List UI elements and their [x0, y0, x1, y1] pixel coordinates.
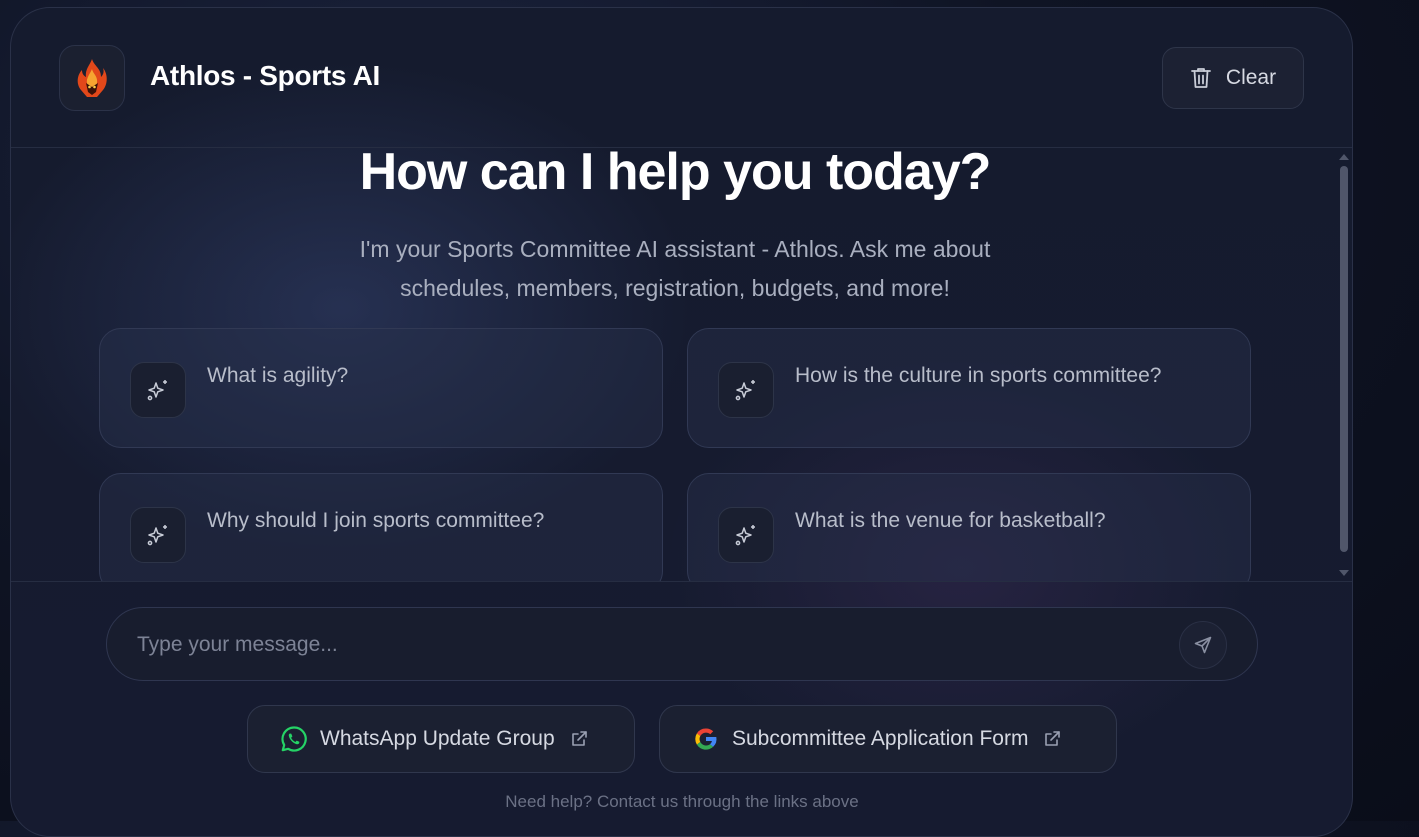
- flame-logo-icon: [59, 45, 125, 111]
- scroll-up-arrow-icon[interactable]: [1339, 154, 1349, 160]
- welcome-subtitle-line: I'm your Sports Committee AI assistant -…: [359, 236, 991, 262]
- suggestion-label: What is agility?: [207, 364, 349, 387]
- application-form-label: Subcommittee Application Form: [732, 727, 1029, 750]
- suggestion-label: What is the venue for basketball?: [795, 509, 1106, 532]
- suggestion-label: How is the culture in sports committee?: [795, 364, 1162, 387]
- clear-label: Clear: [1225, 66, 1277, 89]
- welcome-subtitle-line: schedules, members, registration, budget…: [400, 275, 950, 301]
- suggestion-card[interactable]: What is agility?: [99, 328, 663, 448]
- composer-area: WhatsApp Update Group Subcommittee Appli…: [11, 581, 1352, 836]
- sparkles-icon: [718, 507, 774, 563]
- external-link-icon: [1042, 729, 1062, 749]
- app-title: Athlos - Sports AI: [150, 60, 381, 91]
- suggestion-card[interactable]: What is the venue for basketball?: [687, 473, 1251, 581]
- send-button[interactable]: [1179, 621, 1227, 669]
- scroll-down-arrow-icon[interactable]: [1339, 570, 1349, 576]
- messages-area[interactable]: How can I help you today? I'm your Sport…: [11, 148, 1352, 581]
- application-form-link[interactable]: Subcommittee Application Form: [659, 705, 1117, 773]
- google-icon: [692, 725, 720, 753]
- welcome-heading: How can I help you today?: [359, 148, 992, 201]
- clear-button[interactable]: Clear: [1162, 47, 1304, 109]
- whatsapp-link-label: WhatsApp Update Group: [320, 727, 555, 750]
- sparkles-icon: [130, 362, 186, 418]
- suggestion-label: Why should I join sports committee?: [207, 509, 545, 532]
- whatsapp-icon: [280, 725, 308, 753]
- scrollbar-thumb[interactable]: [1340, 166, 1348, 552]
- welcome-subtitle: I'm your Sports Committee AI assistant -…: [11, 230, 1339, 308]
- external-link-icon: [569, 729, 589, 749]
- suggestion-card[interactable]: Why should I join sports committee?: [99, 473, 663, 581]
- sparkles-icon: [718, 362, 774, 418]
- message-input-wrapper: [106, 607, 1258, 681]
- trash-icon: [1190, 66, 1212, 90]
- message-input[interactable]: [137, 626, 1167, 664]
- chat-panel: Athlos - Sports AI Clear How can I help …: [10, 7, 1353, 837]
- whatsapp-group-link[interactable]: WhatsApp Update Group: [247, 705, 635, 773]
- messages-scrollbar[interactable]: [1337, 152, 1351, 580]
- send-icon: [1193, 635, 1213, 655]
- help-text: Need help? Contact us through the links …: [505, 792, 859, 811]
- sparkles-icon: [130, 507, 186, 563]
- chat-header: Athlos - Sports AI Clear: [11, 8, 1352, 148]
- suggestion-card[interactable]: How is the culture in sports committee?: [687, 328, 1251, 448]
